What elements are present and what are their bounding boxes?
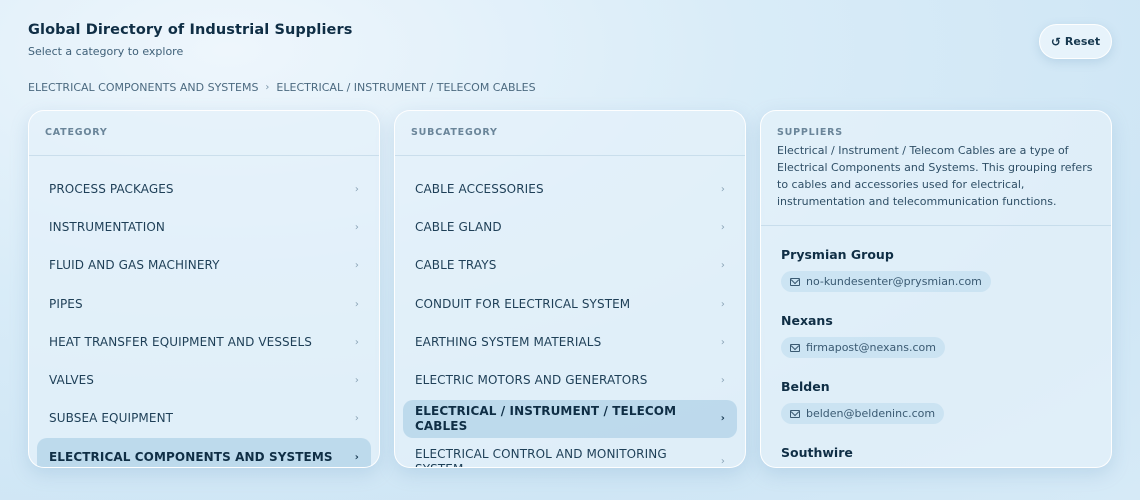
chevron-right-icon: › [720,336,725,348]
category-item-label: INSTRUMENTATION [49,219,165,234]
category-item-label: FLUID AND GAS MACHINERY [49,258,220,273]
suppliers-panel-heading: SUPPLIERS [777,127,843,138]
category-item[interactable]: SUBSEA EQUIPMENT › [37,400,371,438]
supplier-name: Southwire [781,445,853,460]
subcategory-item-selected[interactable]: ELECTRICAL / INSTRUMENT / TELECOM CABLES… [403,399,737,439]
reset-button[interactable]: ↺ Reset [1039,24,1112,59]
category-item-label: PIPES [49,296,83,311]
reset-label: Reset [1064,35,1101,48]
page-header: Global Directory of Industrial Suppliers… [28,22,352,58]
mail-icon [790,343,800,352]
subcategory-item-label: CABLE GLAND [415,219,502,234]
supplier-card: Belden belden@beldeninc.com [761,379,1111,424]
subcategory-item-label: CONDUIT FOR ELECTRICAL SYSTEM [415,296,631,311]
category-item-label: VALVES [49,373,95,388]
supplier-email: no-kundesenter@prysmian.com [806,275,982,288]
category-item[interactable]: PIPES › [37,285,371,323]
category-item[interactable]: FLUID AND GAS MACHINERY › [37,247,371,285]
mail-icon [790,409,800,418]
supplier-name: Belden [781,379,830,394]
supplier-card: Nexans firmapost@nexans.com [761,313,1111,358]
category-item-label: ELECTRICAL COMPONENTS AND SYSTEMS [49,449,333,464]
subcategory-item-label: ELECTRIC MOTORS AND GENERATORS [415,373,648,388]
category-panel-heading: CATEGORY [29,111,379,156]
subcategory-panel-heading: SUBCATEGORY [395,111,745,156]
subcategory-item[interactable]: CABLE ACCESSORIES › [403,170,737,208]
chevron-right-icon: › [354,260,359,272]
category-panel: CATEGORY PROCESS PACKAGES › INSTRUMENTATI… [28,110,380,468]
chevron-right-icon: › [720,298,725,310]
category-item[interactable]: HEAT TRANSFER EQUIPMENT AND VESSELS › [37,323,371,361]
subcategory-item[interactable]: ELECTRIC MOTORS AND GENERATORS › [403,361,737,399]
subcategory-item[interactable]: ELECTRICAL CONTROL AND MONITORING SYSTEM… [403,438,737,468]
subcategory-item-label: ELECTRICAL / INSTRUMENT / TELECOM CABLES [415,403,677,433]
breadcrumb: ELECTRICAL COMPONENTS AND SYSTEMS › ELEC… [28,81,536,94]
category-item-selected[interactable]: ELECTRICAL COMPONENTS AND SYSTEMS › [37,438,371,467]
supplier-name: Nexans [781,313,833,328]
chevron-right-icon: › [720,183,725,195]
supplier-email-link[interactable]: no-kundesenter@prysmian.com [781,271,991,292]
category-item[interactable]: INSTRUMENTATION › [37,208,371,246]
subcategory-description: Electrical / Instrument / Telecom Cables… [777,144,1093,208]
chevron-right-icon: › [354,221,359,233]
subcategory-item-label: CABLE ACCESSORIES [415,181,544,196]
breadcrumb-item-subcategory[interactable]: ELECTRICAL / INSTRUMENT / TELECOM CABLES [276,81,535,94]
subcategory-item[interactable]: EARTHING SYSTEM MATERIALS › [403,323,737,361]
subcategory-item-label: EARTHING SYSTEM MATERIALS [415,334,602,349]
subcategory-list: CABLE ACCESSORIES › CABLE GLAND › CABLE TR… [395,156,745,468]
category-item-label: SUBSEA EQUIPMENT [49,411,174,426]
reset-icon: ↺ [1050,34,1061,49]
category-item[interactable]: PROCESS PACKAGES › [37,170,371,208]
subcategory-item-label: ELECTRICAL CONTROL AND MONITORING SYSTEM [415,447,667,467]
suppliers-panel: SUPPLIERS Electrical / Instrument / Tele… [760,110,1112,468]
subcategory-item[interactable]: CABLE TRAYS › [403,247,737,285]
supplier-email: belden@beldeninc.com [806,407,936,420]
chevron-right-icon: › [720,375,725,387]
subcategory-item[interactable]: CONDUIT FOR ELECTRICAL SYSTEM › [403,285,737,323]
supplier-card: Southwire [761,445,1111,460]
chevron-right-icon: › [720,456,725,468]
supplier-card: Prysmian Group no-kundesenter@prysmian.c… [761,247,1111,292]
chevron-right-icon: › [354,451,359,463]
chevron-right-icon: › [720,221,725,233]
breadcrumb-separator-icon: › [265,82,270,93]
subcategory-item[interactable]: CABLE GLAND › [403,208,737,246]
page-subtitle: Select a category to explore [28,45,184,58]
subcategory-panel: SUBCATEGORY CABLE ACCESSORIES › CABLE GLA… [394,110,746,468]
category-list: PROCESS PACKAGES › INSTRUMENTATION › FLUID… [29,156,379,467]
category-item[interactable]: VALVES › [37,361,371,399]
suppliers-panel-header: SUPPLIERS Electrical / Instrument / Tele… [761,111,1111,226]
chevron-right-icon: › [354,183,359,195]
page-title: Global Directory of Industrial Suppliers [28,22,353,38]
supplier-email: firmapost@nexans.com [806,341,936,354]
chevron-right-icon: › [720,260,725,272]
chevron-right-icon: › [354,413,359,425]
breadcrumb-item-category[interactable]: ELECTRICAL COMPONENTS AND SYSTEMS [28,81,258,94]
chevron-right-icon: › [354,298,359,310]
chevron-right-icon: › [354,375,359,387]
category-item-label: PROCESS PACKAGES [49,181,174,196]
supplier-email-link[interactable]: firmapost@nexans.com [781,337,945,358]
supplier-email-link[interactable]: belden@beldeninc.com [781,403,945,424]
chevron-right-icon: › [354,336,359,348]
chevron-right-icon: › [720,413,725,425]
category-item-label: HEAT TRANSFER EQUIPMENT AND VESSELS [49,334,312,349]
supplier-name: Prysmian Group [781,247,894,262]
mail-icon [790,277,800,286]
subcategory-item-label: CABLE TRAYS [415,258,497,273]
